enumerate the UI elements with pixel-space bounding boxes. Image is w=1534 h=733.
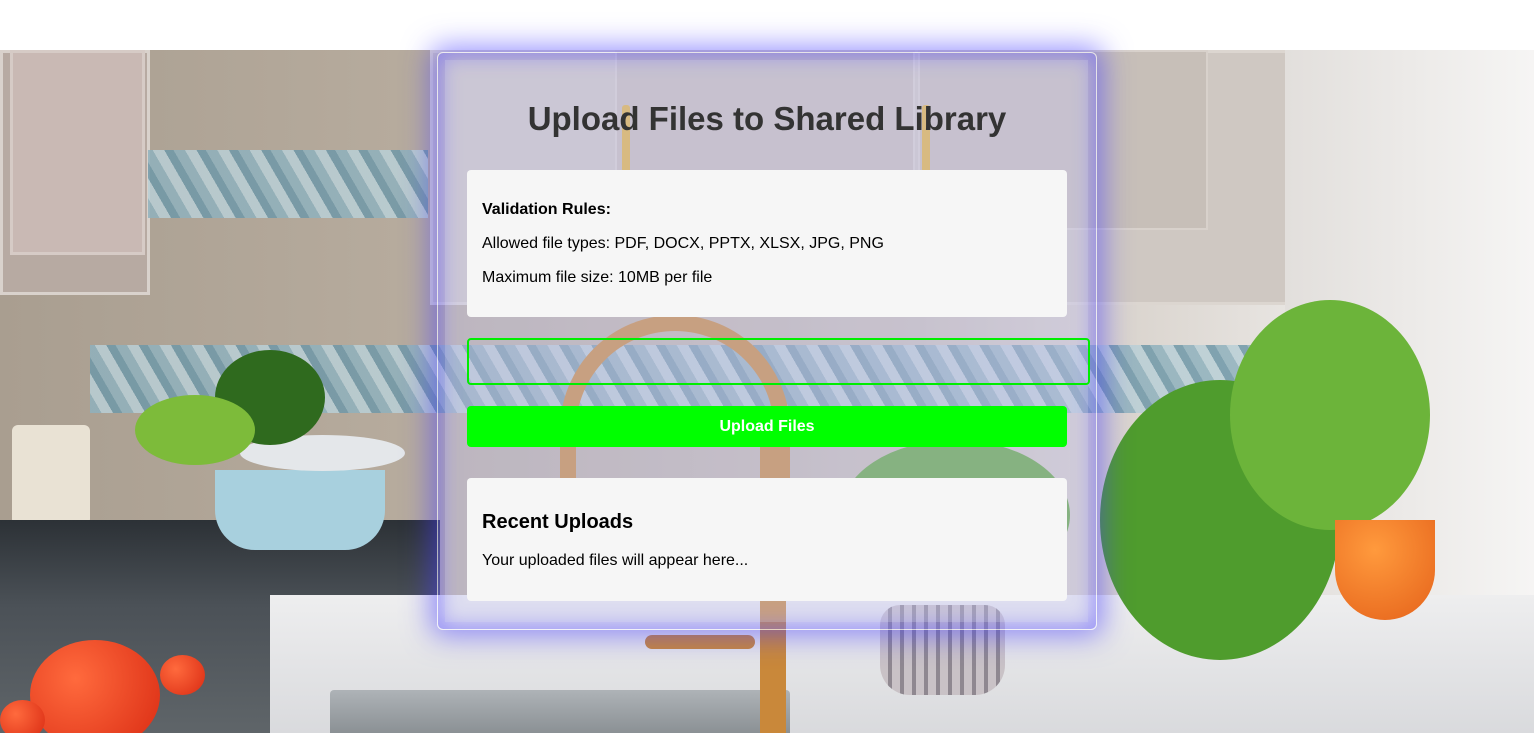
validation-rules-heading: Validation Rules: bbox=[482, 201, 611, 218]
recent-uploads-panel: Recent Uploads Your uploaded files will … bbox=[467, 478, 1067, 601]
allowed-file-types-text: Allowed file types: PDF, DOCX, PPTX, XLS… bbox=[482, 235, 884, 252]
top-bar bbox=[0, 0, 1534, 50]
validation-rules-panel: Validation Rules: Allowed file types: PD… bbox=[467, 170, 1067, 317]
max-file-size-text: Maximum file size: 10MB per file bbox=[482, 269, 713, 286]
upload-files-button[interactable]: Upload Files bbox=[467, 406, 1067, 447]
file-input-dropzone[interactable] bbox=[467, 338, 1090, 385]
recent-uploads-empty-text: Your uploaded files will appear here... bbox=[482, 552, 749, 569]
recent-uploads-heading: Recent Uploads bbox=[482, 511, 634, 533]
page-title: Upload Files to Shared Library bbox=[527, 100, 1007, 137]
